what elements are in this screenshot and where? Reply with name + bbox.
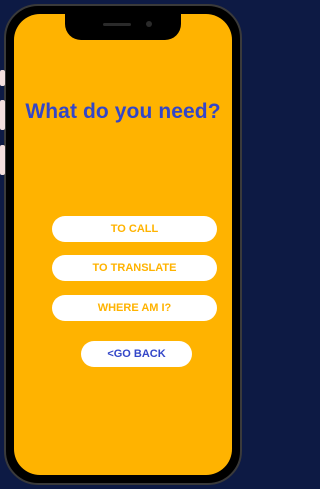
where-am-i-button[interactable]: WHERE AM I?: [52, 295, 217, 321]
phone-notch: [65, 14, 181, 40]
go-back-button[interactable]: <GO BACK: [81, 341, 192, 367]
phone-screen: What do you need? TO CALL TO TRANSLATE W…: [14, 14, 232, 475]
side-button-volume-up: [0, 100, 5, 130]
side-button-volume-down: [0, 145, 5, 175]
camera-icon: [146, 21, 152, 27]
to-call-button[interactable]: TO CALL: [52, 216, 217, 242]
to-translate-button[interactable]: TO TRANSLATE: [52, 255, 217, 281]
side-button-mute: [0, 70, 5, 86]
speaker-icon: [103, 23, 131, 26]
page-title: What do you need?: [25, 100, 221, 123]
